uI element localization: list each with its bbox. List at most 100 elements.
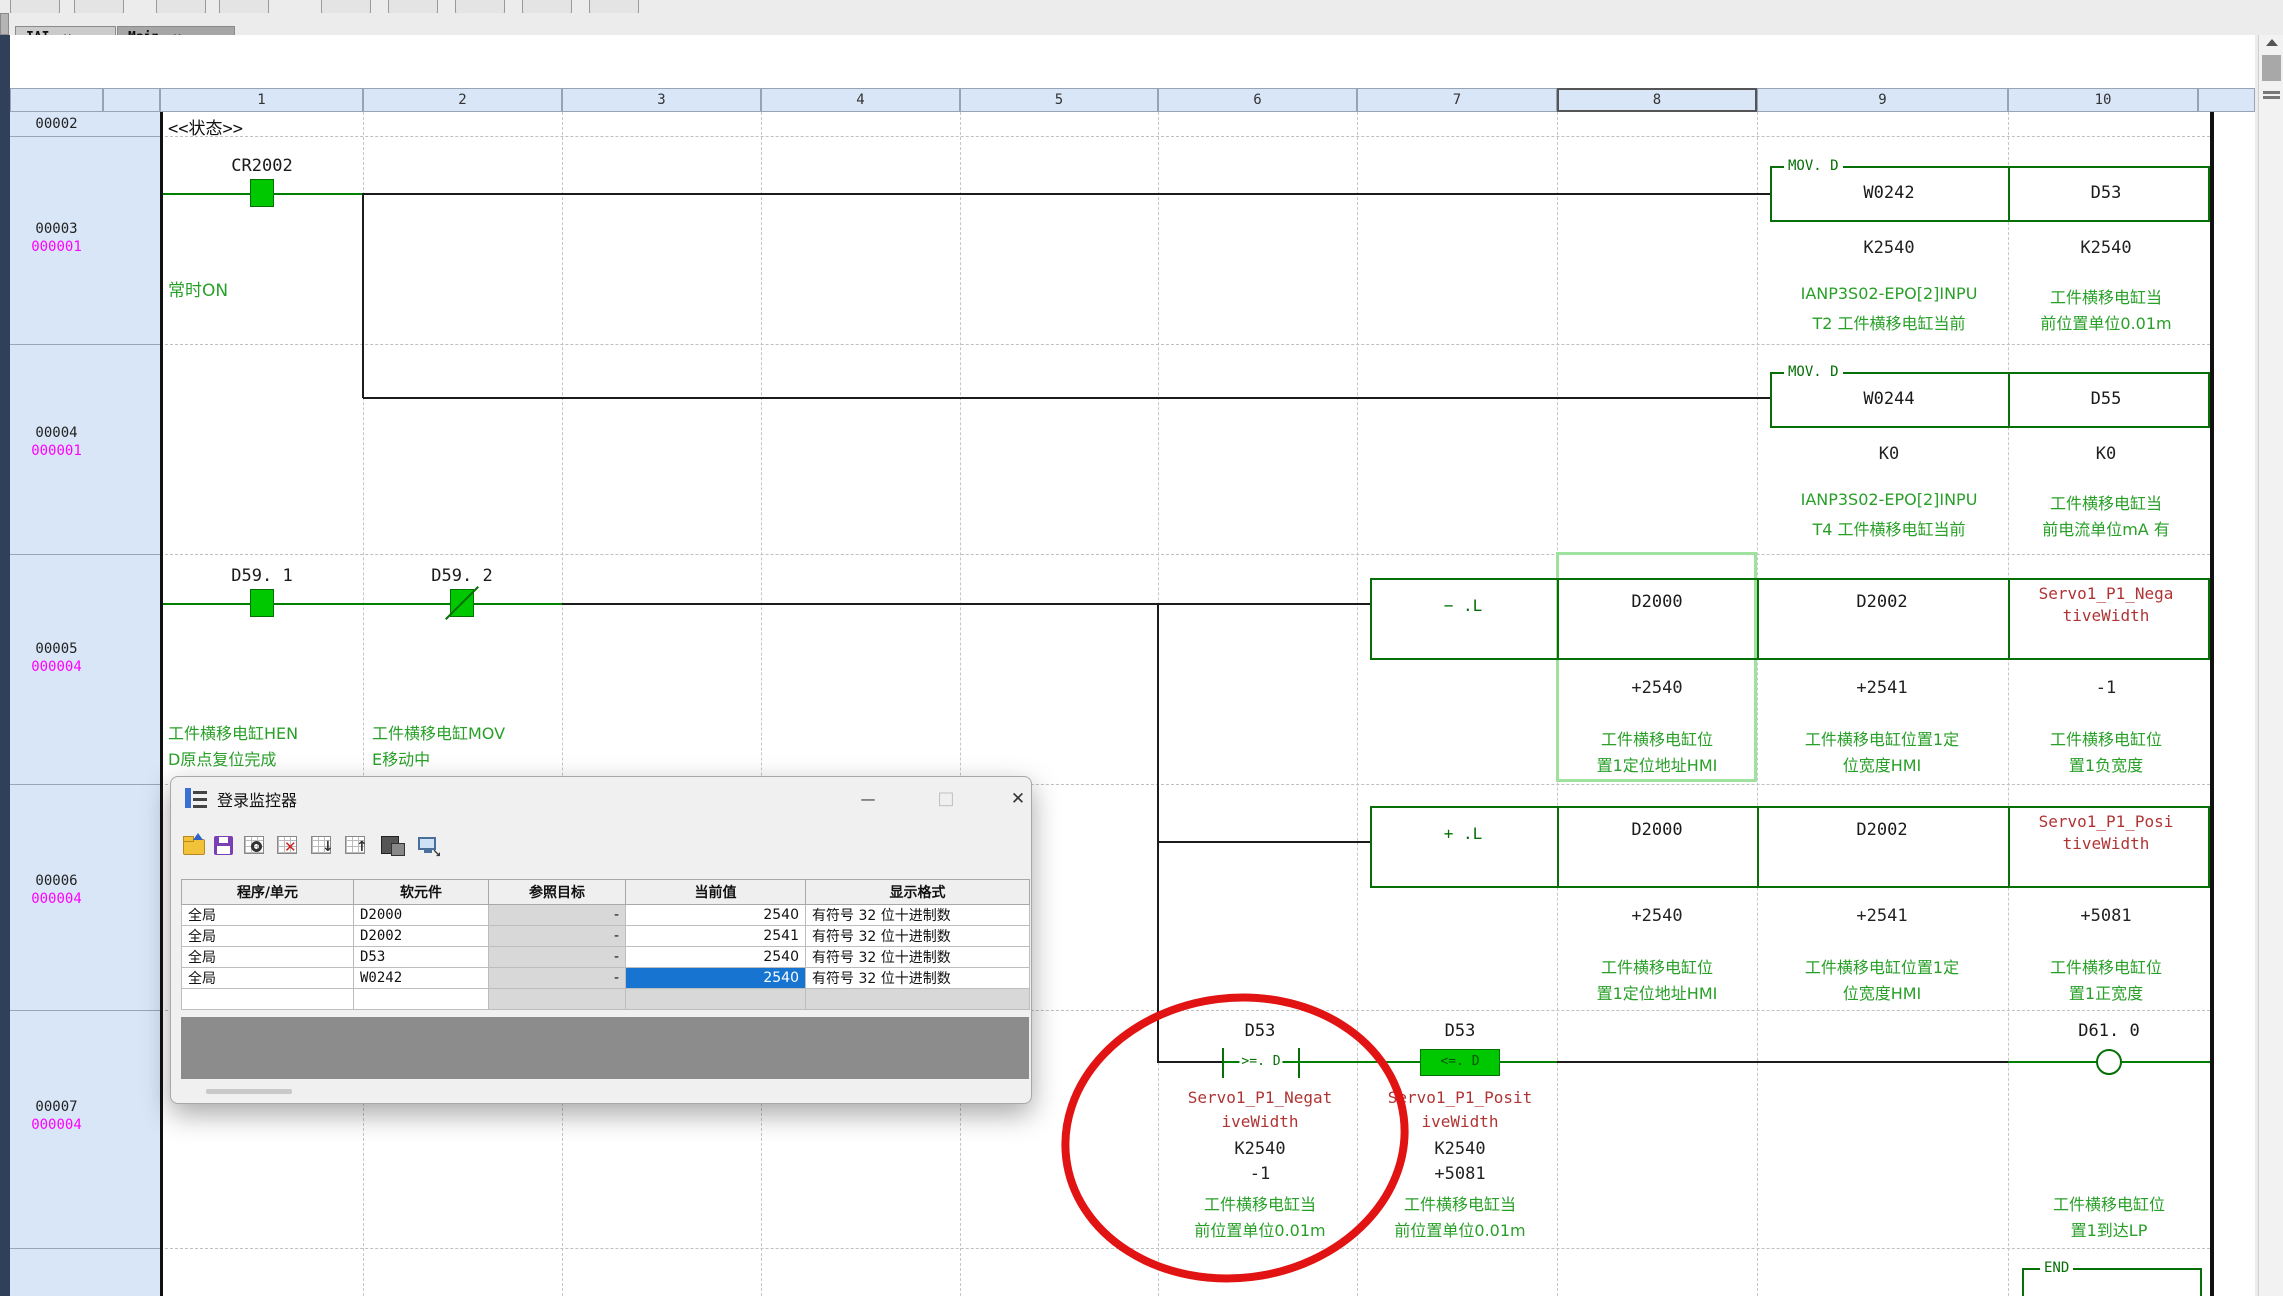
operand-comment: 位宽度HMI [1843, 752, 1922, 776]
cell-device[interactable]: W0242 [354, 968, 489, 989]
operand[interactable]: D2002 [1856, 592, 1907, 612]
rung-number: 00003 [10, 221, 103, 237]
operand[interactable]: D53 [2091, 183, 2122, 203]
device-monitor-icon[interactable] [379, 833, 405, 859]
operand-comment: 工件横移电缸位置1定 [1805, 954, 1959, 978]
cell-current-value[interactable]: 2540 [626, 947, 806, 968]
cell-scope[interactable]: 全局 [182, 947, 354, 968]
operand[interactable]: D2000 [1631, 592, 1682, 612]
col-header-5[interactable]: 5 [960, 88, 1158, 112]
toolbar-icon[interactable] [321, 0, 371, 13]
cell-display-format[interactable]: 有符号 32 位十进制数 [806, 947, 1030, 968]
col-header-8-selected[interactable]: 8 [1557, 88, 1757, 112]
col-header-1[interactable]: 1 [160, 88, 363, 112]
find-device-icon[interactable] [242, 833, 268, 859]
operand[interactable]: D2000 [1631, 820, 1682, 840]
toolbar-icon[interactable] [388, 0, 438, 13]
current-value: -1 [1250, 1164, 1270, 1184]
cell-display-format[interactable]: 有符号 32 位十进制数 [806, 968, 1030, 989]
gutter-separator [10, 784, 160, 785]
cell-current-value[interactable]: 2540 [626, 905, 806, 926]
save-icon[interactable] [211, 833, 237, 859]
grid-line [562, 112, 563, 1296]
cell-scope[interactable]: 全局 [182, 905, 354, 926]
col-header-7[interactable]: 7 [1357, 88, 1557, 112]
col-header-9[interactable]: 9 [1757, 88, 2008, 112]
col-header-10[interactable]: 10 [2008, 88, 2198, 112]
operand-tag[interactable]: Servo1_P1_Posi [2039, 812, 2174, 831]
toolbar-icon[interactable] [74, 0, 124, 13]
cell-scope[interactable]: 全局 [182, 926, 354, 947]
toolbar-icon[interactable] [219, 0, 269, 13]
pane-splitter-handle[interactable] [2263, 96, 2280, 99]
cell-device[interactable]: D53 [354, 947, 489, 968]
mov2-instruction-box[interactable] [1770, 372, 2210, 428]
operand[interactable]: D55 [2091, 389, 2122, 409]
rung-step: 000004 [10, 891, 103, 907]
vertical-scrollbar[interactable] [2258, 35, 2283, 1296]
rung-number: 00004 [10, 425, 103, 441]
insert-row-below-icon[interactable]: ↓ [309, 833, 335, 859]
rung-step: 000004 [10, 659, 103, 675]
grid-line [160, 1248, 2210, 1249]
col-label: 10 [2095, 92, 2112, 108]
operand[interactable]: W0242 [1863, 183, 1914, 203]
contact-cr2002[interactable] [250, 179, 274, 207]
toolbar-icon[interactable] [522, 0, 572, 13]
wire [363, 193, 1770, 195]
monitor-hscrollbar[interactable] [206, 1089, 292, 1094]
cell-reference[interactable]: - [489, 947, 626, 968]
monitor-window-tool-icon[interactable]: ↘ [416, 833, 442, 859]
cell-reference[interactable] [489, 989, 626, 1010]
registration-monitor-window[interactable]: 登录监控器 — □ ✕ ✕ ↓ ↑ [170, 776, 1032, 1104]
tab-stub[interactable] [0, 13, 9, 35]
cell-device[interactable] [354, 989, 489, 1010]
col-header-4[interactable]: 4 [761, 88, 960, 112]
monitor-empty-area [181, 1017, 1029, 1079]
cell-reference[interactable]: - [489, 905, 626, 926]
cell-current-value[interactable] [626, 989, 806, 1010]
toolbar-icon[interactable] [10, 0, 60, 13]
operand-comment: 位宽度HMI [1843, 980, 1922, 1004]
operand[interactable]: W0244 [1863, 389, 1914, 409]
col-header-3[interactable]: 3 [562, 88, 761, 112]
cell-scope[interactable] [182, 989, 354, 1010]
col-label: 7 [1453, 92, 1461, 108]
cell-current-value-selected[interactable]: 2540 [626, 968, 806, 989]
pane-splitter-handle[interactable] [2263, 91, 2280, 94]
cell-display-format[interactable]: 有符号 32 位十进制数 [806, 905, 1030, 926]
col-header-6[interactable]: 6 [1158, 88, 1357, 112]
open-file-icon[interactable] [181, 833, 207, 859]
contact-d59-1[interactable] [250, 589, 274, 617]
col-header-2[interactable]: 2 [363, 88, 562, 112]
scrollbar-thumb[interactable] [2262, 55, 2281, 81]
operand-tag: Servo1_P1_Negat [1188, 1088, 1333, 1107]
box-divider [1557, 806, 1559, 888]
cell-device[interactable]: D2000 [354, 905, 489, 926]
grid-line [1357, 112, 1358, 1296]
coil-d61-0[interactable] [2096, 1049, 2122, 1075]
insert-row-above-icon[interactable]: ↑ [343, 833, 369, 859]
mov1-instruction-box[interactable] [1770, 166, 2210, 222]
box-divider [1757, 806, 1759, 888]
toolbar-icon[interactable] [589, 0, 639, 13]
close-button[interactable]: ✕ [1001, 785, 1035, 813]
scroll-up-icon[interactable] [2266, 39, 2278, 46]
toolbar-icon[interactable] [455, 0, 505, 13]
cell-device[interactable]: D2002 [354, 926, 489, 947]
delete-row-icon[interactable]: ✕ [275, 833, 301, 859]
cell-display-format[interactable]: 有符号 32 位十进制数 [806, 926, 1030, 947]
maximize-button[interactable]: □ [929, 785, 963, 813]
operand-tag[interactable]: Servo1_P1_Nega [2039, 584, 2174, 603]
minimize-button[interactable]: — [851, 785, 885, 813]
cell-reference[interactable]: - [489, 968, 626, 989]
cell-display-format[interactable] [806, 989, 1030, 1010]
toolbar-icon[interactable] [156, 0, 206, 13]
cell-reference[interactable]: - [489, 926, 626, 947]
compare-contact-bar [1298, 1048, 1300, 1078]
cell-current-value[interactable]: 2541 [626, 926, 806, 947]
instruction-mnemonic: MOV. D [1784, 364, 1843, 380]
operand[interactable]: D2002 [1856, 820, 1907, 840]
cell-scope[interactable]: 全局 [182, 968, 354, 989]
instruction-mnemonic: END [2040, 1260, 2073, 1276]
